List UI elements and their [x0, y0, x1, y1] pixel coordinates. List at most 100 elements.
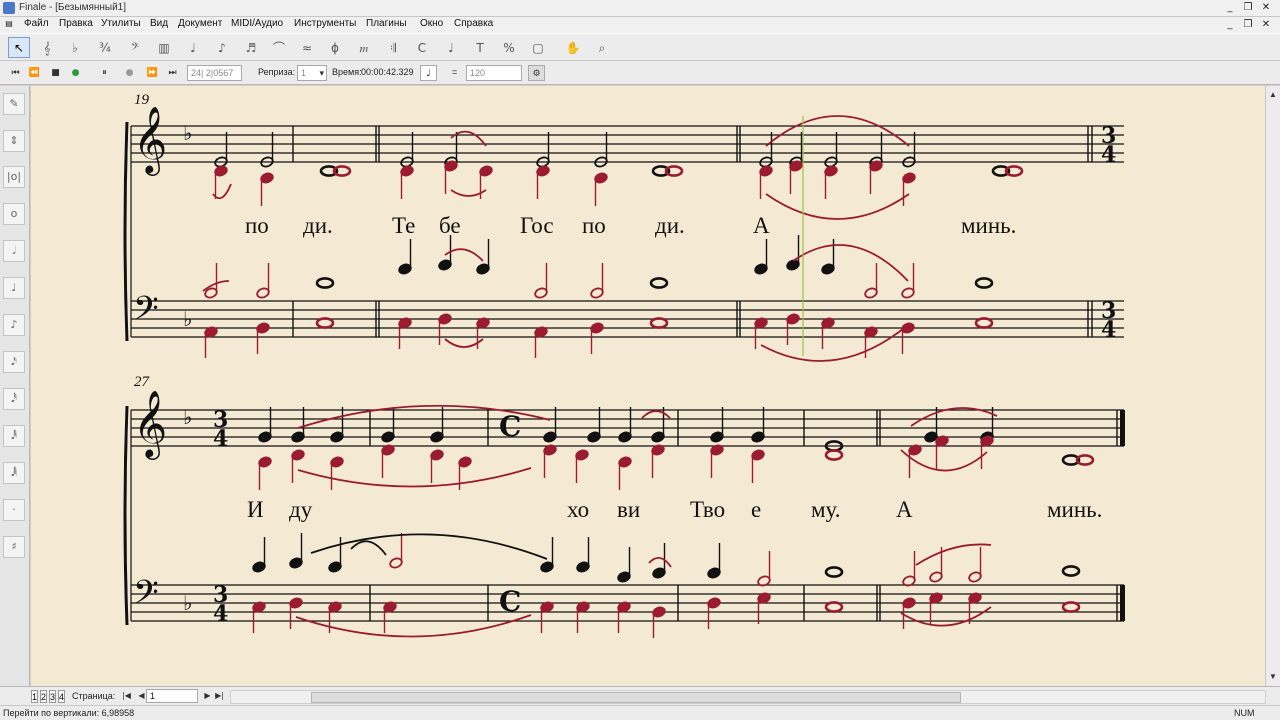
menu-help[interactable]: Справка [454, 18, 493, 29]
tempo-field[interactable]: 120 [466, 65, 522, 81]
breve-icon[interactable]: |o| [3, 166, 25, 188]
menu-plugins[interactable]: Плагины [366, 18, 407, 29]
dot-icon[interactable]: · [3, 499, 25, 521]
page-number-field[interactable]: 1 [146, 689, 198, 703]
page-tab-3[interactable]: 3 [49, 690, 56, 703]
forward-to-end-icon[interactable]: ⏭ [164, 65, 181, 81]
measure-tool-icon[interactable]: ▥ [153, 37, 175, 58]
tuplet-tool-icon[interactable]: ♬ [240, 37, 262, 58]
resize-tool-icon[interactable]: % [498, 37, 520, 58]
lyric-syllable[interactable]: бе [439, 213, 461, 239]
document-icon[interactable]: ▤ [3, 18, 15, 30]
stop-icon[interactable]: ■ [47, 65, 64, 81]
lyric-syllable[interactable]: минь. [1047, 497, 1102, 523]
expression-tool-icon[interactable]: ɸ [324, 37, 346, 58]
lyric-syllable[interactable]: А [753, 213, 770, 239]
menu-utilities[interactable]: Утилиты [101, 18, 141, 29]
staff-tool-icon[interactable]: 𝄞 [36, 37, 58, 58]
menu-file[interactable]: Файл [24, 18, 49, 29]
lyric-syllable[interactable]: по [582, 213, 606, 239]
repeat-select[interactable]: 1 ▾ [297, 65, 327, 81]
fast-forward-icon[interactable]: ⏩ [144, 65, 161, 81]
lyrics-tool-icon[interactable]: ♩ [440, 37, 462, 58]
sharp-icon[interactable]: ♯ [3, 536, 25, 558]
menu-midi-audio[interactable]: MIDI/Аудио [231, 18, 283, 29]
lyric-syllable[interactable]: по [245, 213, 269, 239]
lyric-syllable[interactable]: ди. [655, 213, 685, 239]
record-icon[interactable]: ● [121, 65, 138, 81]
lyric-syllable[interactable]: Гос [520, 213, 554, 239]
measure-counter-field[interactable]: 24| 2|0567 [187, 65, 242, 81]
slur [765, 115, 910, 147]
whole-note-icon[interactable]: o [3, 203, 25, 225]
close-icon[interactable]: ✕ [1258, 1, 1274, 15]
lyric-syllable[interactable]: е [751, 497, 761, 523]
hundred-twenty-eighth-note-icon[interactable]: 𝅘𝅥𝅲 [3, 462, 25, 484]
dynamics-tool-icon[interactable]: 𝆐 [353, 37, 375, 58]
page-layout-tool-icon[interactable]: ▢ [527, 37, 549, 58]
lyric-syllable[interactable]: Те [392, 213, 415, 239]
menu-edit[interactable]: Правка [59, 18, 93, 29]
scroll-down-icon[interactable]: ▼ [1266, 670, 1280, 684]
doc-restore-icon[interactable]: ❐ [1240, 18, 1256, 32]
clef-tool-icon[interactable]: 𝄢 [124, 37, 146, 58]
doc-close-icon[interactable]: ✕ [1258, 18, 1274, 32]
menu-view[interactable]: Вид [150, 18, 168, 29]
lyric-syllable[interactable]: ди. [303, 213, 333, 239]
selection-tool-icon[interactable]: ↖ [8, 37, 30, 58]
thirty-second-note-icon[interactable]: 𝅘𝅥𝅰 [3, 388, 25, 410]
score-canvas[interactable]: 𝄞 ♭ 𝄢 ♭ 𝄞 ♭ 𝄢 ♭ 3 4 3 4 3 4 C 3 4 C 19 27 по ди. Те бе Го… [31, 86, 1265, 686]
minimize-icon[interactable]: _ [1222, 1, 1238, 15]
half-note-icon[interactable]: 𝅗𝅥 [3, 240, 25, 262]
page-tab-2[interactable]: 2 [40, 690, 47, 703]
lyric-syllable[interactable]: Тво [690, 497, 725, 523]
tempo-note-icon[interactable]: ♩ [420, 65, 437, 81]
zoom-tool-icon[interactable]: ⌕ [591, 37, 613, 58]
sixteenth-note-icon[interactable]: 𝅘𝅥𝅯 [3, 351, 25, 373]
page-tab-4[interactable]: 4 [58, 690, 65, 703]
page-tab-1[interactable]: 1 [31, 690, 38, 703]
text-tool-icon[interactable]: T [469, 37, 491, 58]
play-icon[interactable]: ● [67, 65, 84, 81]
doc-minimize-icon[interactable]: _ [1222, 18, 1238, 32]
horizontal-scroll-thumb[interactable] [311, 692, 961, 703]
lyric-syllable[interactable]: хо [567, 497, 589, 523]
whole-note [824, 566, 844, 578]
chord-tool-icon[interactable]: C [411, 37, 433, 58]
menu-window[interactable]: Окно [420, 18, 443, 29]
menu-document[interactable]: Документ [178, 18, 222, 29]
horizontal-scrollbar[interactable] [230, 690, 1266, 704]
smart-shape-tool-icon[interactable]: ⌒ [268, 37, 290, 58]
vertical-scrollbar[interactable]: ▲ ▼ [1265, 86, 1280, 686]
maximize-icon[interactable]: ❐ [1240, 1, 1256, 15]
simple-entry-palette: ✎ ⇕ |o| o 𝅗𝅥 ♩ ♪ 𝅘𝅥𝅯 𝅘𝅥𝅰 𝅘𝅥𝅱 𝅘𝅥𝅲 · ♯ [0, 86, 30, 686]
lyric-syllable[interactable]: минь. [961, 213, 1016, 239]
scroll-up-icon[interactable]: ▲ [1266, 88, 1280, 102]
rewind-icon[interactable]: ⏪ [26, 65, 43, 81]
time-signature-tool-icon[interactable]: ¾ [94, 37, 116, 58]
quarter-note-icon[interactable]: ♩ [3, 277, 25, 299]
repeat-tool-icon[interactable]: 𝄇 [382, 37, 404, 58]
pause-icon[interactable]: ⏸ [96, 65, 113, 81]
speedy-entry-tool-icon[interactable]: ♪ [211, 37, 233, 58]
score-notation[interactable]: 𝄞 ♭𝄢 ♭𝄞 ♭𝄢 ♭343434 C34 C [31, 86, 1265, 686]
key-signature-tool-icon[interactable]: ♭ [64, 37, 86, 58]
lyric-syllable[interactable]: ви [617, 497, 640, 523]
articulation-tool-icon[interactable]: ≈ [296, 37, 318, 58]
lyric-syllable[interactable]: А [896, 497, 913, 523]
slur [648, 557, 672, 568]
sixty-fourth-note-icon[interactable]: 𝅘𝅥𝅱 [3, 425, 25, 447]
slur [350, 540, 387, 556]
playback-settings-icon[interactable]: ⚙ [528, 65, 545, 81]
rewind-to-start-icon[interactable]: ⏮ [7, 65, 24, 81]
eighth-note-icon[interactable]: ♪ [3, 314, 25, 336]
half-step-icon[interactable]: ⇕ [3, 130, 25, 152]
lyric-syllable[interactable]: ду [289, 497, 312, 523]
lyric-syllable[interactable]: И [247, 497, 264, 523]
eraser-icon[interactable]: ✎ [3, 93, 25, 115]
last-page-icon[interactable]: ▶| [211, 688, 228, 704]
hand-grabber-tool-icon[interactable]: ✋ [562, 37, 584, 58]
simple-entry-tool-icon[interactable]: ♩ [182, 37, 204, 58]
lyric-syllable[interactable]: му. [811, 497, 841, 523]
menu-tools[interactable]: Инструменты [294, 18, 356, 29]
